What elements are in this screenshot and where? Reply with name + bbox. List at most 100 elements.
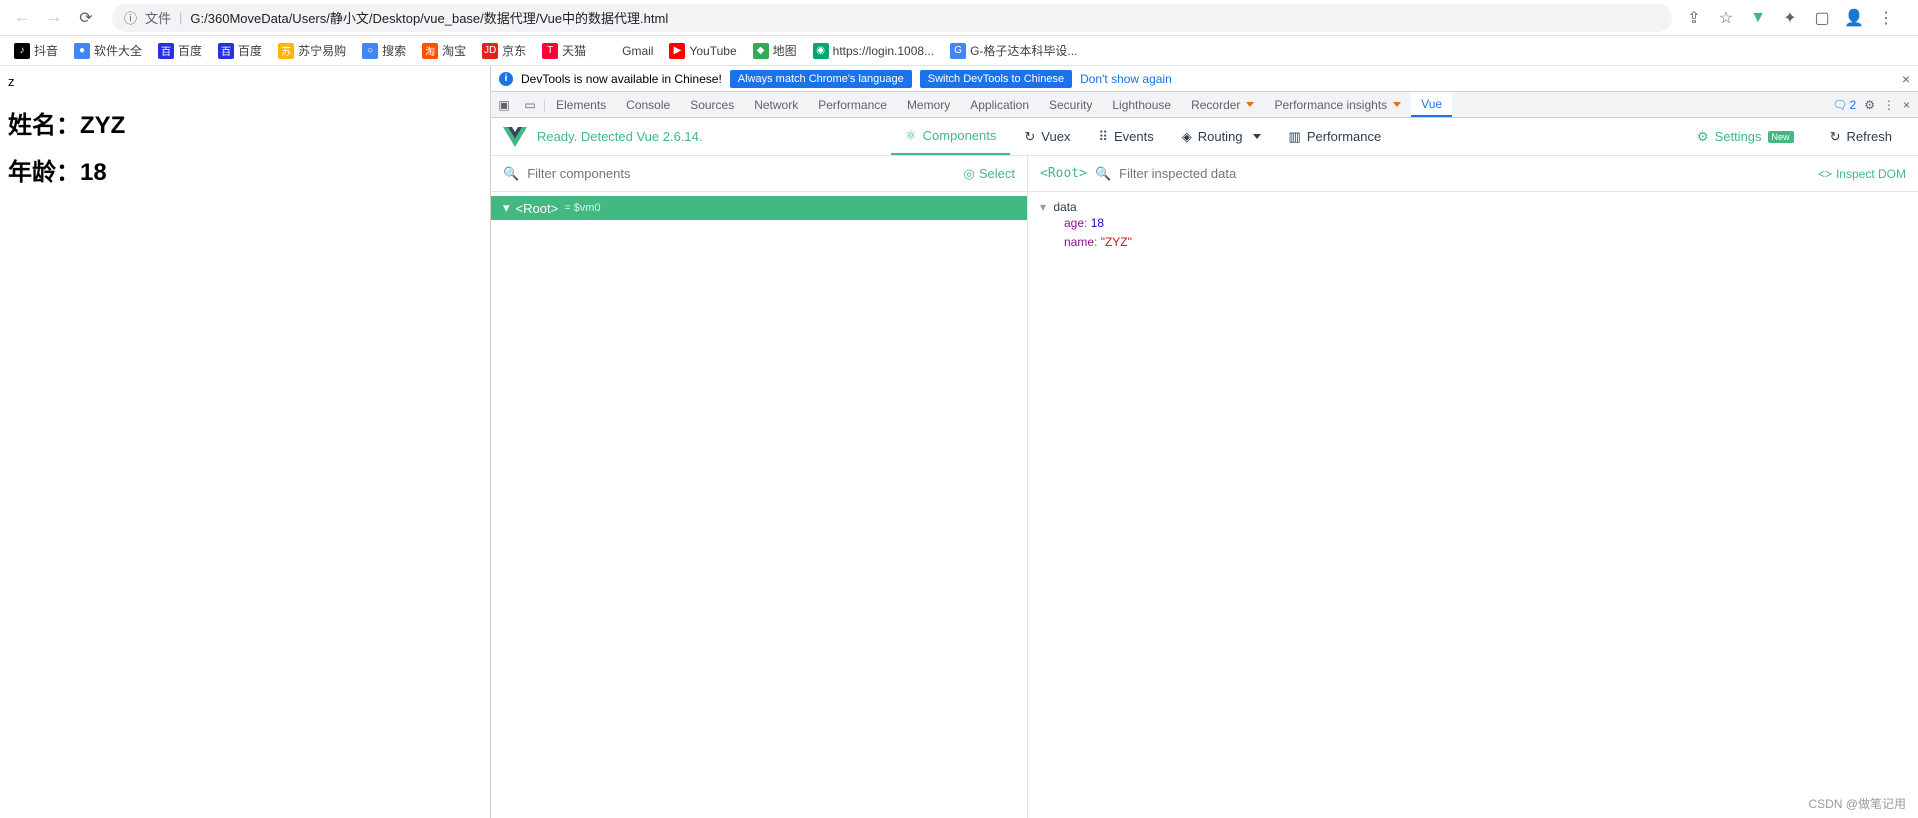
prop-key: name bbox=[1064, 235, 1094, 249]
code-icon: <> bbox=[1818, 167, 1832, 181]
devtools-tab-performance-insights[interactable]: Performance insights bbox=[1264, 92, 1411, 117]
bookmark-item[interactable]: GG-格子达本科毕设... bbox=[944, 39, 1083, 62]
bookmark-item[interactable]: MGmail bbox=[596, 40, 659, 62]
issues-badge[interactable]: 🗨2 bbox=[1832, 98, 1856, 112]
devtools-tab-application[interactable]: Application bbox=[960, 92, 1039, 117]
bookmark-icon: M bbox=[602, 43, 618, 59]
vue-ext-icon[interactable]: ▼ bbox=[1748, 8, 1768, 28]
devtools-tab-vue[interactable]: Vue bbox=[1411, 92, 1452, 117]
events-icon: ⠿ bbox=[1098, 129, 1108, 145]
info-icon: ⓘ bbox=[124, 8, 137, 27]
info-text: DevTools is now available in Chinese! bbox=[521, 72, 722, 86]
vue-nav-performance[interactable]: ▥Performance bbox=[1275, 118, 1396, 155]
bookmark-icon: T bbox=[542, 43, 558, 59]
url-prefix: 文件 bbox=[145, 8, 171, 27]
bookmark-label: YouTube bbox=[689, 44, 736, 58]
vue-nav-refresh[interactable]: ↻Refresh bbox=[1816, 129, 1906, 145]
bookmark-label: 百度 bbox=[178, 42, 202, 59]
address-bar[interactable]: ⓘ 文件 | G:/360MoveData/Users/静小文/Desktop/… bbox=[112, 4, 1672, 32]
bookmark-item[interactable]: ●软件大全 bbox=[68, 39, 148, 62]
extensions-icon[interactable]: ✦ bbox=[1780, 8, 1800, 28]
chevron-down-icon bbox=[1253, 134, 1261, 139]
inspect-dom-button[interactable]: <> Inspect DOM bbox=[1818, 167, 1906, 181]
preview-icon bbox=[1393, 102, 1401, 107]
bookmark-icon: ● bbox=[74, 43, 90, 59]
devtools-tab-memory[interactable]: Memory bbox=[897, 92, 960, 117]
bookmark-label: 搜索 bbox=[382, 42, 406, 59]
bookmark-icon: ◆ bbox=[753, 43, 769, 59]
nav-label: Refresh bbox=[1846, 129, 1892, 144]
menu-icon[interactable]: ⋮ bbox=[1876, 8, 1896, 28]
vue-nav-routing[interactable]: ◈ Routing bbox=[1168, 118, 1275, 155]
vuex-icon: ↻ bbox=[1024, 129, 1035, 145]
bookmark-label: 抖音 bbox=[34, 42, 58, 59]
data-property-row[interactable]: age: 18 bbox=[1040, 214, 1906, 233]
share-icon[interactable]: ⇪ bbox=[1684, 8, 1704, 28]
devtools-tab-console[interactable]: Console bbox=[616, 92, 680, 117]
nav-label: Routing bbox=[1198, 129, 1243, 144]
chevron-down-icon: ▾ bbox=[503, 200, 510, 216]
devtools-tab-recorder[interactable]: Recorder bbox=[1181, 92, 1264, 117]
settings-icon: ⚙ bbox=[1697, 129, 1709, 145]
forward-button[interactable]: → bbox=[40, 4, 68, 32]
nav-label: Components bbox=[923, 128, 997, 143]
bookmark-label: 百度 bbox=[238, 42, 262, 59]
devtools-tab-elements[interactable]: Elements bbox=[546, 92, 616, 117]
device-icon[interactable]: ▭ bbox=[517, 92, 543, 118]
devtools-panel: i DevTools is now available in Chinese! … bbox=[490, 66, 1918, 818]
profile-icon[interactable]: 👤 bbox=[1844, 8, 1864, 28]
bookmark-item[interactable]: 百百度 bbox=[212, 39, 268, 62]
prop-value: "ZYZ" bbox=[1101, 235, 1132, 249]
preview-icon bbox=[1246, 102, 1254, 107]
components-icon: ⚛ bbox=[905, 128, 917, 144]
bookmark-item[interactable]: ○搜索 bbox=[356, 39, 412, 62]
bookmark-item[interactable]: ♪抖音 bbox=[8, 39, 64, 62]
bookmark-item[interactable]: ▶YouTube bbox=[663, 40, 742, 62]
bookmark-icon: 百 bbox=[158, 43, 174, 59]
devtools-tab-lighthouse[interactable]: Lighthouse bbox=[1102, 92, 1181, 117]
vue-nav-components[interactable]: ⚛ Components bbox=[891, 118, 1010, 155]
window-icon[interactable]: ▢ bbox=[1812, 8, 1832, 28]
component-tree-root[interactable]: ▾ <Root> = $vm0 bbox=[491, 196, 1027, 220]
star-icon[interactable]: ☆ bbox=[1716, 8, 1736, 28]
bookmark-item[interactable]: 苏苏宁易购 bbox=[272, 39, 352, 62]
vue-logo-icon bbox=[503, 127, 527, 147]
new-badge: New bbox=[1768, 131, 1794, 143]
vue-nav-settings[interactable]: ⚙SettingsNew bbox=[1683, 129, 1808, 145]
nav-label: Vuex bbox=[1041, 129, 1070, 144]
devtools-tab-sources[interactable]: Sources bbox=[680, 92, 744, 117]
data-section-header[interactable]: ▾ data bbox=[1040, 200, 1906, 214]
devtools-tab-performance[interactable]: Performance bbox=[808, 92, 897, 117]
filter-inspected-input[interactable] bbox=[1119, 166, 1810, 181]
page-content: z 姓名：ZYZ 年龄：18 bbox=[0, 66, 490, 818]
data-property-row[interactable]: name: "ZYZ" bbox=[1040, 233, 1906, 252]
reload-button[interactable]: ⟳ bbox=[72, 4, 100, 32]
vue-nav-vuex[interactable]: ↻ Vuex bbox=[1010, 118, 1084, 155]
dont-show-link[interactable]: Don't show again bbox=[1080, 72, 1172, 86]
vue-nav-events[interactable]: ⠿ Events bbox=[1084, 118, 1167, 155]
bookmark-icon: ○ bbox=[362, 43, 378, 59]
bookmark-item[interactable]: T天猫 bbox=[536, 39, 592, 62]
nav-label: Events bbox=[1114, 129, 1154, 144]
more-icon[interactable]: ⋮ bbox=[1883, 98, 1895, 112]
back-button[interactable]: ← bbox=[8, 4, 36, 32]
always-match-button[interactable]: Always match Chrome's language bbox=[730, 70, 912, 88]
bookmark-item[interactable]: 百百度 bbox=[152, 39, 208, 62]
filter-components-input[interactable] bbox=[527, 166, 955, 181]
close-icon[interactable]: × bbox=[1902, 71, 1910, 87]
bookmark-item[interactable]: 淘淘宝 bbox=[416, 39, 472, 62]
bookmark-item[interactable]: JD京东 bbox=[476, 39, 532, 62]
vue-inspector-panel: <Root> 🔍 <> Inspect DOM ▾ data age: 18na… bbox=[1028, 156, 1918, 818]
devtools-tab-security[interactable]: Security bbox=[1039, 92, 1102, 117]
select-component-button[interactable]: ◎ Select bbox=[964, 166, 1015, 182]
bookmark-item[interactable]: ◆地图 bbox=[747, 39, 803, 62]
bookmark-label: 苏宁易购 bbox=[298, 42, 346, 59]
close-devtools-icon[interactable]: × bbox=[1903, 98, 1910, 112]
bookmark-item[interactable]: ◉https://login.1008... bbox=[807, 40, 940, 62]
settings-icon[interactable]: ⚙ bbox=[1864, 98, 1875, 112]
devtools-tab-network[interactable]: Network bbox=[744, 92, 808, 117]
bookmark-icon: 苏 bbox=[278, 43, 294, 59]
routing-icon: ◈ bbox=[1182, 129, 1192, 145]
switch-chinese-button[interactable]: Switch DevTools to Chinese bbox=[920, 70, 1072, 88]
inspect-icon[interactable]: ▣ bbox=[491, 92, 517, 118]
